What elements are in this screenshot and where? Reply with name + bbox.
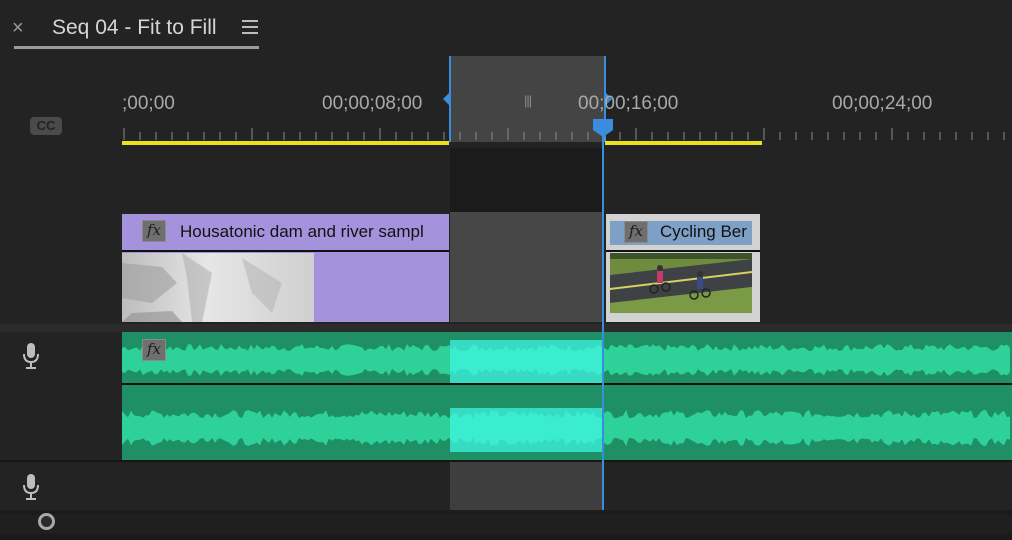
fx-badge[interactable]: fx <box>624 221 648 243</box>
sequence-tab[interactable]: Seq 04 - Fit to Fill <box>52 14 217 42</box>
fx-badge[interactable]: fx <box>142 339 166 361</box>
clip-divider <box>122 250 449 252</box>
close-icon[interactable]: × <box>12 16 24 40</box>
closed-captions-icon[interactable]: CC <box>30 117 62 135</box>
timecode-label: 00;00;16;00 <box>578 93 679 114</box>
clip-thumbnail <box>122 253 314 322</box>
ruler-ticks <box>123 128 1005 140</box>
track-header-a1[interactable] <box>0 332 122 460</box>
microphone-icon[interactable] <box>22 342 40 370</box>
playhead-line[interactable] <box>602 134 604 510</box>
timecode-label: 00;00;08;00 <box>322 93 423 114</box>
zoom-track[interactable] <box>0 514 1012 534</box>
zoom-handle[interactable] <box>38 513 55 530</box>
active-tab-underline <box>14 46 259 49</box>
track-divider <box>0 324 1012 332</box>
track-header-a2[interactable] <box>0 462 122 510</box>
clip-name: Housatonic dam and river sampl <box>180 222 424 241</box>
playhead-icon[interactable] <box>592 118 614 138</box>
range-grip-icon[interactable]: ||| <box>524 93 532 108</box>
clip-thumbnail <box>610 253 752 313</box>
hamburger-menu-icon[interactable] <box>242 20 258 36</box>
clip-divider <box>606 250 760 252</box>
range-shade <box>450 462 603 510</box>
microphone-icon[interactable] <box>22 473 40 501</box>
timecode-label: 00;00;24;00 <box>832 93 933 114</box>
audio-clip[interactable] <box>122 332 1012 460</box>
track-header-v2[interactable] <box>0 148 122 212</box>
range-shade <box>450 148 603 212</box>
fx-badge[interactable]: fx <box>142 220 166 242</box>
gap-area[interactable] <box>450 212 603 322</box>
track-header-v1[interactable] <box>0 212 122 324</box>
clip-name: Cycling Ber <box>660 222 747 241</box>
render-bar <box>605 141 762 145</box>
in-point-arrow-icon <box>443 93 449 105</box>
render-bar <box>122 141 449 145</box>
timecode-label: ;00;00 <box>122 93 175 114</box>
ruler-header-column <box>0 56 122 148</box>
